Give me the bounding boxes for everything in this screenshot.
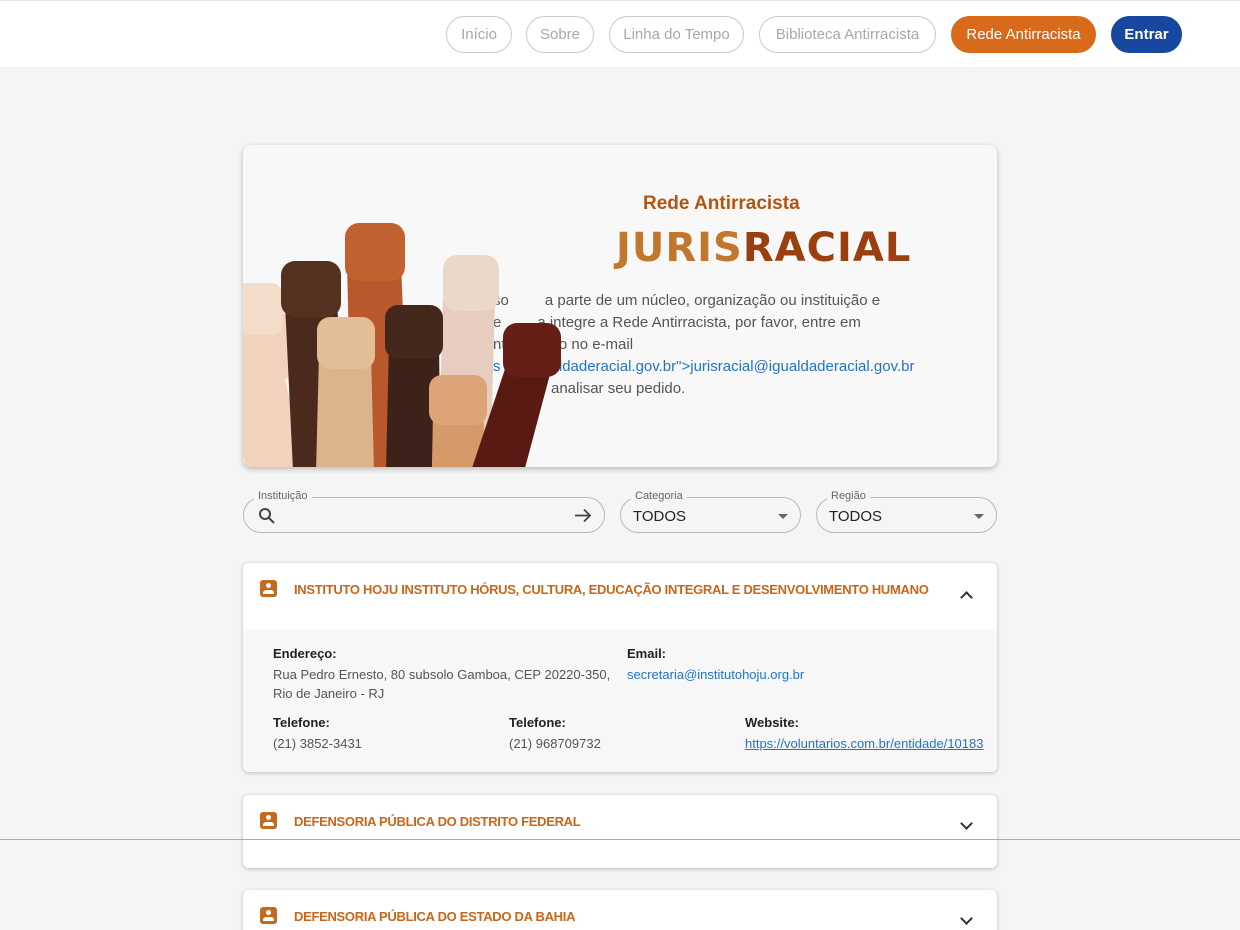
chevron-down-icon xyxy=(778,514,788,519)
category-value: TODOS xyxy=(633,508,687,525)
contact-email-link[interactable]: jurisracial@igualdaderacial.gov.br xyxy=(690,358,914,375)
chevron-down-icon[interactable] xyxy=(960,817,973,830)
phone-label: Telefone: xyxy=(273,715,330,730)
institution-search-field[interactable]: Instituição xyxy=(243,490,605,533)
nav-biblioteca-antirracista[interactable]: Biblioteca Antirracista xyxy=(759,16,936,53)
search-icon xyxy=(259,508,275,524)
website-link[interactable]: https://voluntarios.com.br/entidade/1018… xyxy=(745,736,983,751)
login-button[interactable]: Entrar xyxy=(1111,16,1182,53)
institution-card: DEFENSORIA PÚBLICA DO ESTADO DA BAHIA xyxy=(243,890,997,930)
region-select[interactable]: Região TODOS xyxy=(816,490,997,533)
institution-title: DEFENSORIA PÚBLICA DO ESTADO DA BAHIA xyxy=(294,909,576,924)
top-navbar: Início Sobre Linha do Tempo Biblioteca A… xyxy=(0,0,1240,67)
institution-title: DEFENSORIA PÚBLICA DO DISTRITO FEDERAL xyxy=(294,814,581,829)
email-value: secretaria@institutohoju.org.br xyxy=(627,665,804,684)
chevron-down-icon xyxy=(974,514,984,519)
address-label: Endereço: xyxy=(273,646,337,661)
jurisracial-logo: JURISRACIAL xyxy=(616,225,912,271)
institution-title: INSTITUTO HOJU INSTITUTO HÓRUS, CULTURA,… xyxy=(294,582,929,597)
phone-value: (21) 968709732 xyxy=(509,736,601,751)
nav-rede-antirracista[interactable]: Rede Antirracista xyxy=(951,16,1096,53)
accordion-header[interactable]: DEFENSORIA PÚBLICA DO DISTRITO FEDERAL xyxy=(243,795,997,861)
hero-card: Rede Antirracista JURISRACIAL so a parte … xyxy=(243,145,997,467)
phone-label: Telefone: xyxy=(509,715,566,730)
website-label: Website: xyxy=(745,715,799,730)
contact-icon xyxy=(260,580,277,597)
raised-fists-illustration xyxy=(243,223,561,467)
contact-icon xyxy=(260,907,277,924)
contact-icon xyxy=(260,812,277,829)
arrow-right-icon[interactable] xyxy=(574,507,592,524)
accordion-header[interactable]: INSTITUTO HOJU INSTITUTO HÓRUS, CULTURA,… xyxy=(243,563,997,629)
institution-card: INSTITUTO HOJU INSTITUTO HÓRUS, CULTURA,… xyxy=(243,563,997,772)
region-label: Região xyxy=(827,490,870,502)
nav-linha-do-tempo[interactable]: Linha do Tempo xyxy=(609,16,744,53)
email-label: Email: xyxy=(627,646,667,661)
region-value: TODOS xyxy=(829,508,883,525)
hero-subtitle: Rede Antirracista xyxy=(643,193,800,214)
email-link[interactable]: secretaria@institutohoju.org.br xyxy=(627,667,804,682)
chevron-up-icon[interactable] xyxy=(960,591,973,604)
divider xyxy=(0,839,1240,840)
institution-search-input[interactable] xyxy=(282,504,562,526)
institution-details: Endereço: Rua Pedro Ernesto, 80 subsolo … xyxy=(243,629,997,772)
category-label: Categoria xyxy=(631,490,687,502)
address-value: Rua Pedro Ernesto, 80 subsolo Gamboa, CE… xyxy=(273,667,611,701)
accordion-header[interactable]: DEFENSORIA PÚBLICA DO ESTADO DA BAHIA xyxy=(243,890,997,930)
institution-card: DEFENSORIA PÚBLICA DO DISTRITO FEDERAL xyxy=(243,795,997,868)
phone-value: (21) 3852-3431 xyxy=(273,736,362,751)
institution-label: Instituição xyxy=(254,490,312,502)
category-select[interactable]: Categoria TODOS xyxy=(620,490,801,533)
nav-inicio[interactable]: Início xyxy=(446,16,512,53)
nav-sobre[interactable]: Sobre xyxy=(526,16,594,53)
chevron-down-icon[interactable] xyxy=(960,912,973,925)
website-value: https://voluntarios.com.br/entidade/1018… xyxy=(745,734,983,753)
